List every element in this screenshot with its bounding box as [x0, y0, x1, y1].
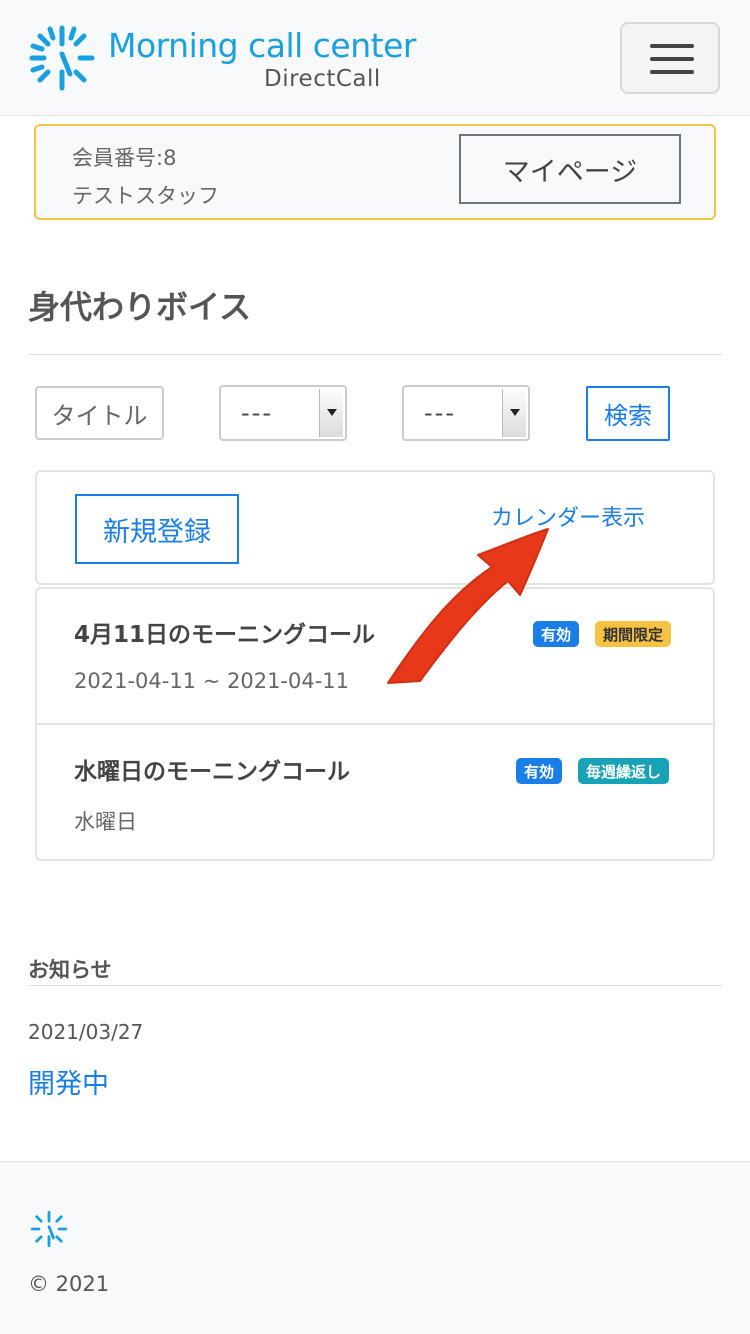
voice-list: 4月11日のモーニングコール 2021-04-11 ~ 2021-04-11 有…	[35, 587, 715, 861]
list-item[interactable]: 4月11日のモーニングコール 2021-04-11 ~ 2021-04-11 有…	[37, 589, 713, 725]
menu-button[interactable]	[620, 22, 720, 94]
hamburger-icon	[650, 44, 694, 48]
new-register-button[interactable]: 新規登録	[75, 494, 239, 564]
logo-subtitle: DirectCall	[264, 66, 381, 92]
hamburger-icon-bar	[650, 57, 694, 61]
divider	[28, 354, 722, 355]
member-number: 会員番号:8	[72, 146, 177, 170]
action-card: 新規登録 カレンダー表示	[35, 470, 715, 585]
chevron-down-icon	[502, 389, 526, 437]
logo[interactable]: Morning call center DirectCall	[28, 22, 416, 96]
red-arrow-annotation-icon	[387, 528, 549, 684]
filter-select-1-value: ---	[241, 399, 273, 427]
hamburger-icon-bar	[650, 70, 694, 74]
title-filter-input[interactable]: タイトル	[35, 386, 164, 440]
member-name: テストスタッフ	[72, 184, 219, 208]
page-title: 身代わりボイス	[28, 288, 252, 326]
chevron-down-icon	[319, 389, 343, 437]
list-item-date-range: 2021-04-11 ~ 2021-04-11	[74, 669, 350, 693]
logo-title: Morning call center	[108, 26, 416, 65]
sunburst-logo-icon	[29, 25, 95, 91]
filter-select-2[interactable]: ---	[402, 385, 530, 441]
list-item-title: 水曜日のモーニングコール	[74, 759, 350, 785]
mypage-button[interactable]: マイページ	[459, 134, 681, 204]
divider	[28, 985, 722, 986]
copyright: © 2021	[28, 1272, 110, 1296]
status-badge-active: 有効	[516, 758, 563, 784]
status-badge-limited: 期間限定	[595, 621, 672, 647]
filter-select-2-value: ---	[424, 399, 456, 427]
list-item-title: 4月11日のモーニングコール	[74, 622, 376, 648]
header: Morning call center DirectCall	[0, 0, 750, 116]
filter-select-1[interactable]: ---	[219, 385, 347, 441]
sunburst-logo-icon[interactable]	[30, 1210, 68, 1248]
list-item[interactable]: 水曜日のモーニングコール 水曜日 有効 毎週繰返し	[37, 726, 713, 862]
notice-link[interactable]: 開発中	[28, 1062, 109, 1101]
footer: © 2021	[0, 1161, 750, 1334]
search-button[interactable]: 検索	[586, 386, 670, 441]
list-item-schedule: 水曜日	[74, 810, 137, 834]
notice-date: 2021/03/27	[28, 1020, 144, 1044]
member-info-box: 会員番号:8 テストスタッフ マイページ	[34, 124, 716, 220]
status-badge-weekly: 毎週繰返し	[578, 758, 670, 784]
notice-title: お知らせ	[28, 958, 112, 982]
